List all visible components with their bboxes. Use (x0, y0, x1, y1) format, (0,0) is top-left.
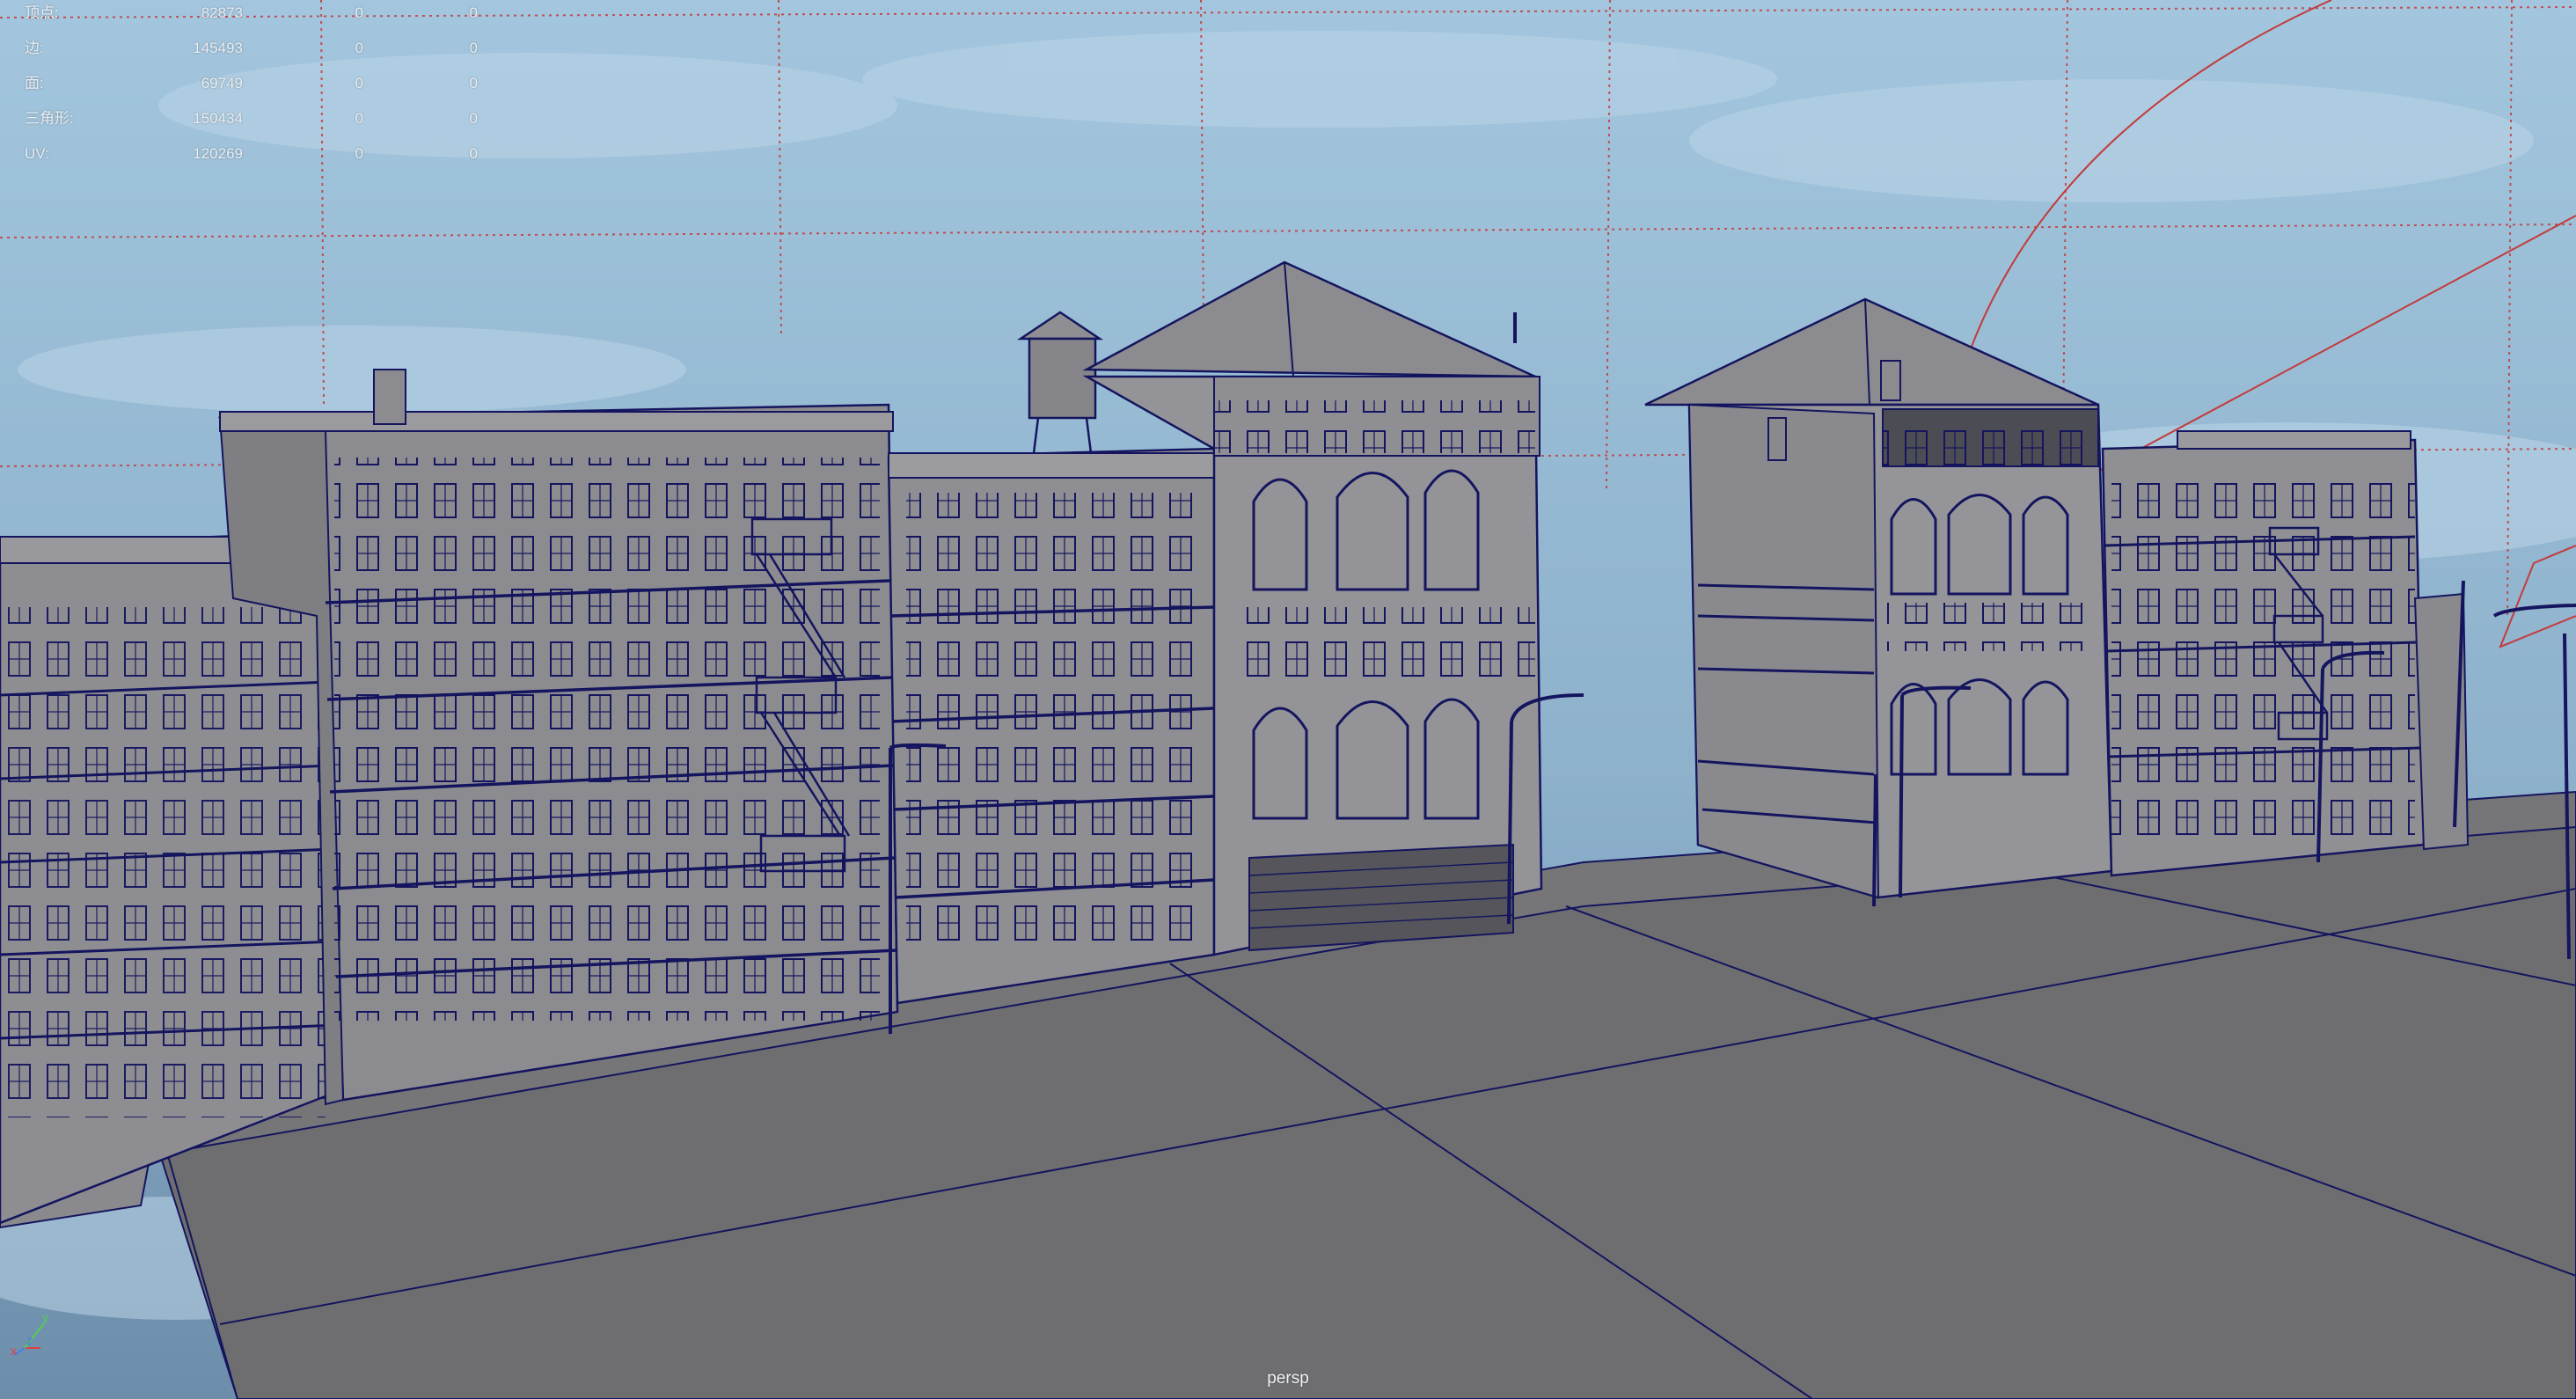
hud-total: 145493 (193, 40, 243, 56)
hud-object: 0 (469, 40, 478, 56)
poly-count-hud: 顶点: 82873 0 0 边: 145493 0 0 面: 69749 0 0… (0, 0, 493, 176)
hud-row-faces: 面: 69749 0 0 (25, 70, 482, 97)
perspective-viewport[interactable]: 顶点: 82873 0 0 边: 145493 0 0 面: 69749 0 0… (0, 0, 2576, 1399)
hud-total: 82873 (201, 4, 243, 21)
hud-row-edges: 边: 145493 0 0 (25, 35, 482, 62)
hud-object: 0 (469, 145, 478, 162)
hud-row-uvs: UV: 120269 0 0 (25, 141, 482, 167)
hud-row-vertices: 顶点: 82873 0 0 (25, 0, 482, 26)
hud-total: 120269 (193, 145, 243, 162)
axis-y-label: y (42, 1310, 48, 1324)
shopfront-shutter (1248, 843, 1514, 952)
hud-row-triangles: 三角形: 150434 0 0 (25, 106, 482, 132)
hud-total: 69749 (201, 75, 243, 92)
scene-render[interactable] (0, 0, 2576, 1399)
axis-z-label: z (26, 1333, 33, 1347)
axis-gizmo-icon: x y z (11, 1310, 48, 1358)
hud-label: 三角形: (25, 110, 74, 127)
hud-object: 0 (469, 110, 478, 127)
axis-x-label: x (11, 1344, 17, 1358)
hud-label: UV: (25, 145, 49, 162)
hud-selected: 0 (355, 110, 363, 127)
hud-label: 边: (25, 40, 44, 56)
building-ornate-right (1644, 297, 2113, 907)
camera-name-label: persp (1267, 1369, 1309, 1388)
hud-object: 0 (469, 4, 478, 21)
hud-label: 面: (25, 75, 44, 92)
hud-total: 150434 (193, 110, 243, 127)
hud-selected: 0 (355, 40, 363, 56)
hud-object: 0 (469, 75, 478, 92)
hud-selected: 0 (355, 75, 363, 92)
hud-selected: 0 (355, 145, 363, 162)
hud-label: 顶点: (25, 4, 59, 21)
hud-selected: 0 (355, 4, 363, 21)
